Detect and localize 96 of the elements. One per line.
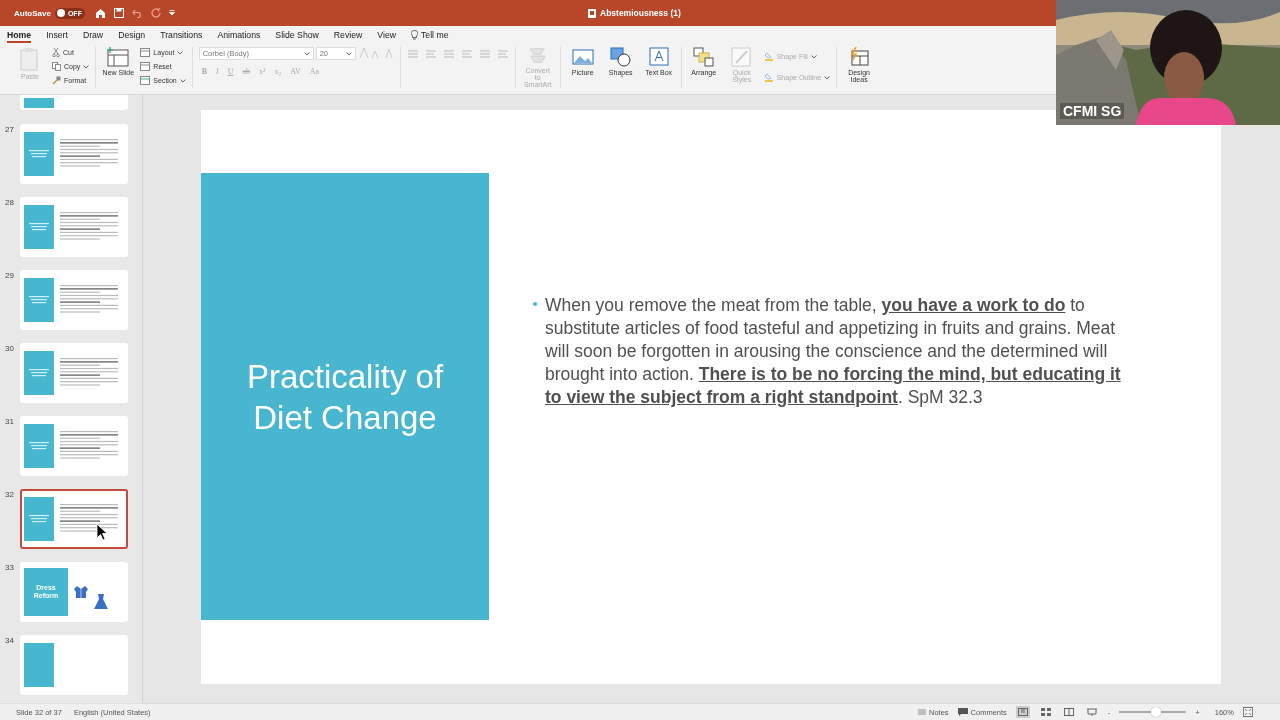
clipboard-icon [20,47,40,71]
comment-icon [957,708,968,716]
ribbon-tab[interactable]: Review [333,26,363,43]
slide-thumbnail[interactable] [20,124,128,184]
font-grow-icon [357,47,394,59]
paragraph-icon[interactable] [496,50,509,59]
caret-icon[interactable] [168,10,175,16]
bullet-text: When you remove the meat from the table, you have a work to do to substitute articles of food tasteful and appetizing in fruits and grains. Meat will soon be forgotten in arousing the conscience and the determined will brought into action. There is to be no forcing the mind, but educating it to view the subject from a right standpoint. SpM 32.3 [545,294,1122,409]
slide-number: 33 [5,562,14,574]
document-title: Abstemiousness (1) [600,8,681,18]
slide-number: 31 [5,416,14,428]
view-button[interactable] [1061,706,1076,718]
slide-text-drawing [60,212,120,242]
view-button[interactable] [1015,706,1030,718]
document-icon [588,8,596,18]
title-text-drawing [28,440,50,452]
paragraph-icon[interactable] [424,50,437,59]
view-button[interactable] [1038,706,1053,718]
slide-thumbnail[interactable] [20,197,128,257]
title-text-drawing [28,148,50,160]
caret-icon [824,75,831,80]
slider-thumb[interactable] [1151,707,1162,717]
save-icon[interactable] [113,8,124,18]
ribbon-tab[interactable]: Transitions [160,26,203,43]
ribbon-tab[interactable]: Insert [46,26,68,43]
paragraph-icon[interactable] [460,50,473,59]
image-icon [571,47,594,67]
tell-me-search[interactable]: Tell me [411,26,449,43]
title-text-drawing [28,367,50,379]
caret-icon [177,50,184,55]
slide-text-drawing [60,358,120,388]
new-slide-icon [106,47,131,67]
smartart-icon [526,47,549,65]
jacket-icon [74,585,88,599]
caret-icon [810,54,817,59]
slideshow-icon [1086,708,1097,716]
caret-icon [179,78,186,83]
ribbon-tab[interactable]: Animations [217,26,261,43]
redo-icon[interactable] [150,8,161,18]
grid-view-icon [1040,708,1051,716]
slide-text-drawing [60,139,120,169]
caret-icon [303,51,310,56]
view-button[interactable] [1084,706,1099,718]
slide-number: 30 [5,343,14,355]
slide-thumbnail[interactable] [20,343,128,403]
slide-thumbnail[interactable] [20,95,128,110]
slide-number: 34 [5,635,14,647]
title-text-drawing [28,294,50,306]
slide-number: 28 [5,197,14,209]
reset-icon [140,62,151,71]
normal-view-icon [1017,708,1028,716]
section-icon [140,76,151,85]
ribbon-tab[interactable]: Slide Show [275,26,319,43]
dress-icon [94,594,108,610]
slide-thumbnail[interactable] [20,635,128,695]
design-ideas-icon [849,47,870,67]
copy-icon [52,62,61,71]
ribbon-tab[interactable]: Draw [82,26,104,43]
outline-icon [763,73,774,82]
slide-text-drawing [60,431,120,461]
scissors-icon [52,48,60,57]
slide-thumbnail[interactable] [20,270,128,330]
ribbon-tab[interactable]: View [377,26,396,43]
slide-text-drawing [60,504,120,534]
quick-styles-icon [730,47,753,67]
slide-text-drawing [60,285,120,315]
paragraph-icon[interactable] [478,50,491,59]
text-box-icon [648,47,669,67]
lightbulb-icon [411,29,418,40]
paintbrush-icon [52,76,61,85]
slide-number: 27 [5,124,14,136]
slide-number: 32 [5,489,14,501]
arrange-icon [692,47,715,67]
autosave-label: AutoSave [14,8,51,18]
notes-icon [918,709,926,715]
participant-name: CFMI SG [1060,103,1125,119]
fit-icon[interactable] [1242,707,1253,717]
cursor-icon [96,523,108,541]
slide-thumbnail[interactable] [20,489,128,549]
paragraph-icon[interactable] [406,50,419,59]
shapes-icon [609,47,632,67]
undo-icon[interactable] [131,8,143,18]
layout-icon [140,48,151,57]
slide-title: Practicality of Diet Change [245,356,445,438]
bullet-icon [533,302,537,306]
reading-view-icon [1063,708,1074,716]
paint-bucket-icon [763,52,774,61]
ribbon-tab[interactable]: Design [118,26,146,43]
title-text-drawing [28,221,50,233]
slide-number: 29 [5,270,14,282]
paragraph-icon[interactable] [442,50,455,59]
home-icon[interactable] [94,8,106,18]
caret-icon [83,64,90,69]
title-text-drawing [28,513,50,525]
caret-icon [345,51,352,56]
slide-thumbnail[interactable] [20,416,128,476]
